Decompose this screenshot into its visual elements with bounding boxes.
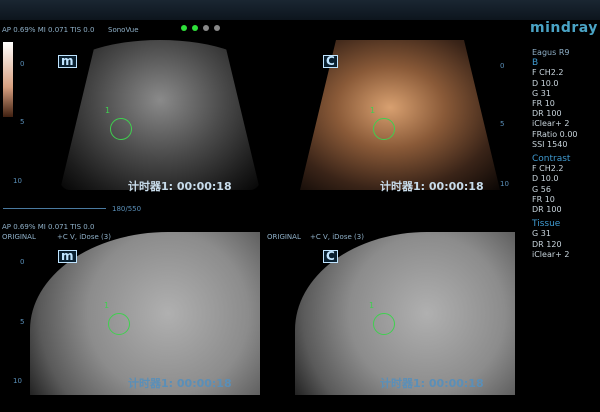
depth-tick: 0	[20, 258, 25, 266]
indicator-dot	[192, 25, 198, 31]
timer: 计时器1: 00:00:18	[380, 377, 484, 390]
contrast-tag: C	[323, 250, 338, 263]
tissue-param: iClear+ 2	[532, 249, 570, 259]
indicator-dot	[181, 25, 187, 31]
contrast-param: F CH2.2	[532, 164, 564, 174]
b-param: SSI 1540	[532, 139, 568, 149]
gray-map-bar	[3, 42, 13, 117]
bmode-tag: m	[58, 250, 77, 263]
b-param: DR 100	[532, 109, 562, 119]
roi-marker: 1	[369, 301, 375, 310]
indicator-dot	[214, 25, 220, 31]
depth-tick: 5	[20, 318, 25, 326]
contrast-tag: C	[323, 55, 338, 68]
fusion-status: AP 0.69% MI 0.071 TIS 0.0	[2, 223, 95, 231]
tissue-param: G 31	[532, 229, 551, 239]
b-param: FRatio 0.00	[532, 129, 578, 139]
depth-tick: 10	[13, 377, 22, 385]
acoustic-status: AP 0.69% MI 0.071 TIS 0.0	[2, 26, 95, 34]
roi-circle[interactable]	[108, 313, 130, 335]
original-label: ORIGINAL	[267, 233, 301, 241]
roi-marker: 1	[104, 301, 110, 310]
contrast-param: FR 10	[532, 194, 555, 204]
mindray-logo: mindray	[530, 20, 598, 36]
roi-marker: 1	[105, 106, 111, 115]
ct-label: +C V, iDose (3)	[57, 233, 111, 241]
timer: 计时器1: 00:00:18	[128, 377, 232, 390]
parameter-panel: Eagus R9 B F CH2.2 D 10.0 G 31 FR 10 DR …	[532, 48, 578, 260]
roi-circle[interactable]	[110, 118, 132, 140]
bmode-tag: m	[58, 55, 77, 68]
depth-tick: 10	[500, 180, 509, 188]
contrast-param: D 10.0	[532, 174, 559, 184]
b-param: F CH2.2	[532, 68, 564, 78]
roi-marker: 1	[370, 106, 376, 115]
preset: Eagus R9	[532, 48, 570, 57]
tissue-param: DR 120	[532, 239, 562, 249]
depth-tick: 5	[500, 120, 505, 128]
cine-frame: 180/550	[112, 205, 142, 213]
depth-tick: 5	[20, 118, 25, 126]
top-bar	[0, 0, 600, 20]
roi-circle[interactable]	[373, 118, 395, 140]
ct-label: +C V, iDose (3)	[310, 233, 364, 241]
contrast-param: DR 100	[532, 205, 562, 215]
cine-bar[interactable]	[3, 208, 106, 209]
b-param: iClear+ 2	[532, 119, 570, 129]
b-param: D 10.0	[532, 78, 559, 88]
bmode-image[interactable]	[60, 40, 260, 190]
depth-tick: 10	[13, 177, 22, 185]
contrast-title: Contrast	[532, 154, 571, 165]
original-label: ORIGINAL	[2, 233, 36, 241]
depth-tick: 0	[20, 60, 25, 68]
tissue-title: Tissue	[532, 219, 561, 230]
timer: 计时器1: 00:00:18	[380, 180, 484, 193]
depth-tick: 0	[500, 62, 505, 70]
contrast-agent: SonoVue	[108, 26, 139, 34]
timer: 计时器1: 00:00:18	[128, 180, 232, 193]
indicator-dot	[203, 25, 209, 31]
roi-circle[interactable]	[373, 313, 395, 335]
contrast-param: G 56	[532, 184, 551, 194]
b-param: FR 10	[532, 99, 555, 109]
b-title: B	[532, 58, 539, 69]
b-param: G 31	[532, 88, 551, 98]
